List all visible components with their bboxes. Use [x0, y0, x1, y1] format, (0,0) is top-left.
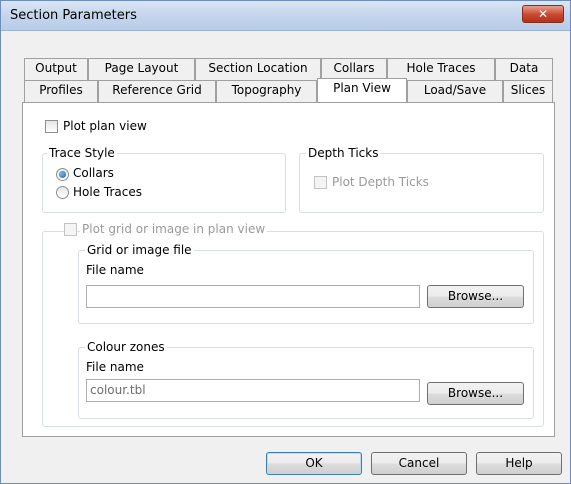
tab-label: Profiles — [39, 83, 83, 97]
close-button[interactable]: ✕ — [522, 5, 564, 23]
tab-label: Plan View — [333, 81, 391, 95]
tab-plan-view[interactable]: Plan View — [317, 78, 407, 102]
colour-zones-browse-button[interactable]: Browse... — [427, 382, 524, 405]
trace-style-group — [42, 153, 286, 213]
tab-topography[interactable]: Topography — [216, 80, 317, 102]
title-bar[interactable]: Section Parameters ✕ — [1, 1, 570, 31]
tab-label: Slices — [510, 83, 546, 97]
help-button[interactable]: Help — [476, 452, 562, 475]
tab-label: Output — [35, 61, 77, 75]
plot-plan-view-checkbox[interactable] — [45, 120, 58, 133]
colour-zones-file-name-label: File name — [86, 360, 144, 374]
tab-label: Load/Save — [423, 83, 487, 97]
plot-grid-label: Plot grid or image in plan view — [80, 222, 268, 236]
tab-hole-traces[interactable]: Hole Traces — [387, 58, 495, 80]
grid-file-name-label: File name — [86, 263, 144, 277]
close-icon: ✕ — [537, 7, 549, 21]
selected-dot — [59, 171, 66, 178]
grid-file-browse-button[interactable]: Browse... — [427, 285, 524, 308]
tab-load-save[interactable]: Load/Save — [407, 80, 503, 102]
depth-ticks-title: Depth Ticks — [306, 146, 381, 160]
collars-radio-label: Collars — [73, 166, 114, 180]
tab-label: Page Layout — [104, 61, 179, 75]
plot-plan-view-label: Plot plan view — [63, 119, 147, 133]
tab-label: Section Location — [208, 61, 308, 75]
hole-traces-radio[interactable] — [56, 186, 69, 199]
plan-view-panel: Plot plan view Trace Style Collars Hole … — [22, 102, 555, 437]
ok-button[interactable]: OK — [266, 452, 362, 475]
tab-output[interactable]: Output — [24, 58, 88, 80]
tab-label: Data — [509, 61, 539, 75]
plot-grid-checkbox[interactable] — [64, 223, 77, 236]
tab-data[interactable]: Data — [495, 58, 553, 80]
tab-label: Hole Traces — [406, 61, 476, 75]
dialog-window: Section Parameters ✕ Output Page Layout … — [0, 0, 571, 484]
window-title: Section Parameters — [10, 8, 137, 23]
colour-zones-title: Colour zones — [85, 340, 167, 354]
cancel-button[interactable]: Cancel — [371, 452, 467, 475]
colour-zones-file-name-input[interactable]: colour.tbl — [86, 379, 420, 402]
trace-style-title: Trace Style — [47, 146, 117, 160]
tab-label: Collars — [333, 61, 375, 75]
grid-file-name-input[interactable] — [86, 285, 420, 308]
tab-collars[interactable]: Collars — [321, 58, 387, 80]
plot-depth-ticks-label: Plot Depth Ticks — [332, 175, 429, 189]
tab-label: Reference Grid — [112, 83, 202, 97]
hole-traces-radio-label: Hole Traces — [73, 185, 142, 199]
grid-file-title: Grid or image file — [85, 243, 194, 257]
tab-reference-grid[interactable]: Reference Grid — [98, 80, 216, 102]
tab-label: Topography — [231, 83, 302, 97]
plot-depth-ticks-checkbox[interactable] — [314, 176, 327, 189]
tab-profiles[interactable]: Profiles — [24, 80, 98, 102]
tab-slices[interactable]: Slices — [503, 80, 553, 102]
tab-page-layout[interactable]: Page Layout — [88, 58, 195, 80]
tab-section-location[interactable]: Section Location — [195, 58, 321, 80]
collars-radio[interactable] — [56, 168, 69, 181]
